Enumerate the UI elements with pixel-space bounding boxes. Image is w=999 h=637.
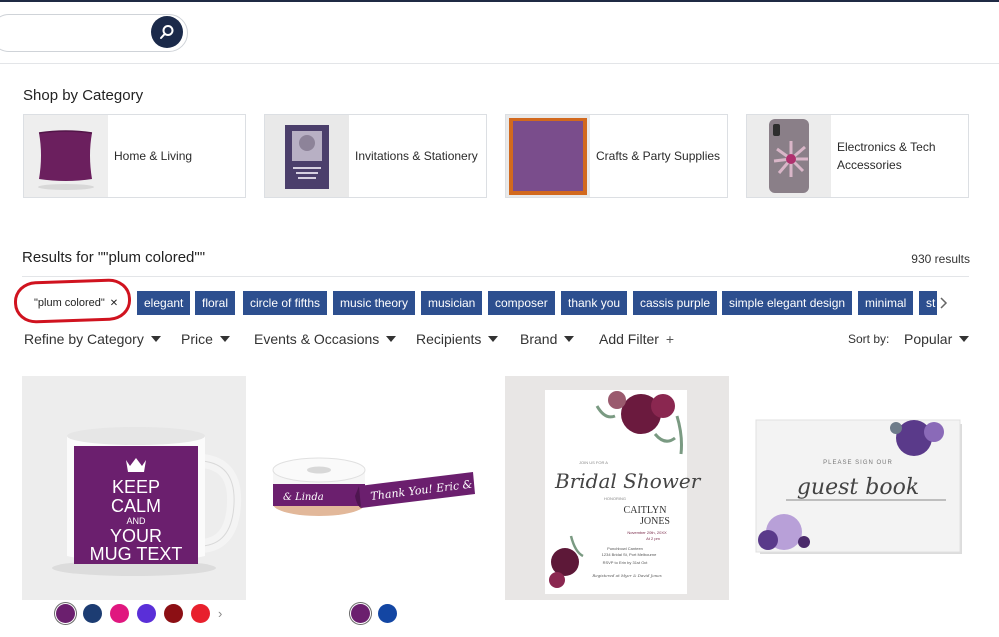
results-count: 930 results [911,252,970,266]
guest-script-text: guest book [797,475,919,500]
guest-book-image: PLEASE SIGN OUR guest book [746,376,970,600]
results-title: Results for ""plum colored"" [22,249,206,266]
tag-chip[interactable]: thank you [561,291,628,315]
sort-value: Popular [904,331,953,347]
invite-text: Registered at Myer & David Jones [591,573,661,578]
invite-text: HONORING [604,496,626,501]
swatch-navy[interactable] [83,604,102,623]
category-label: Electronics & Tech Accessories [837,140,936,172]
invite-text: Punchbowl Canteen [607,546,643,551]
category-label: Crafts & Party Supplies [596,149,721,163]
invite-name: JONES [640,516,670,527]
product-card-invitation[interactable]: JOIN US FOR A Bridal Shower HONORING CAI… [505,376,729,600]
invite-text: 1234 Bridal St, Port Melbourne [602,552,657,557]
swatch-blue[interactable] [378,604,397,623]
swatch-maroon[interactable] [164,604,183,623]
tag-chip[interactable]: simple elegant design [722,291,853,315]
tag-chip[interactable]: composer [488,291,555,315]
tag-chip[interactable]: music theory [333,291,416,315]
filter-label: Recipients [416,331,482,347]
caret-down-icon [386,336,397,342]
tag-chip[interactable]: cassis purple [633,291,718,315]
ribbon-image: & Linda Thank You! Eric & Linda [263,376,487,600]
filter-brand[interactable]: Brand [520,331,575,347]
mug-text-line: CALM [111,496,161,516]
category-card-electronics[interactable]: Electronics & Tech Accessories [746,114,969,198]
sort-dropdown[interactable]: Popular [904,331,970,347]
plus-icon: + [665,331,675,347]
tag-chip[interactable]: minimal [858,291,914,315]
header-divider [0,63,999,64]
caret-down-icon [219,336,230,342]
invite-name: CAITLYN [624,505,667,516]
swatch-pink[interactable] [110,604,129,623]
mug-text-line: MUG TEXT [90,544,183,564]
tags-next-button[interactable] [936,293,952,313]
filter-recipients[interactable]: Recipients [416,331,499,347]
guest-small-text: PLEASE SIGN OUR [823,460,893,466]
active-tag-label: "plum colored" [34,297,105,309]
pillow-image [24,115,108,197]
swatch-plum[interactable] [56,604,75,623]
caret-down-icon [488,336,499,342]
category-card-crafts[interactable]: Crafts & Party Supplies [505,114,728,198]
swatch-red[interactable] [191,604,210,623]
invite-text: November 20th, 20XX [627,530,667,535]
caret-down-icon [959,336,970,342]
tag-chip[interactable]: st [919,291,937,315]
chevron-right-icon [940,297,948,309]
swatch-violet[interactable] [137,604,156,623]
tag-chip[interactable]: floral [195,291,236,315]
filter-events-occasions[interactable]: Events & Occasions [254,331,397,347]
filter-label: Price [181,331,213,347]
results-divider [22,276,969,277]
swatch-plum[interactable] [351,604,370,623]
color-swatches-ribbon [351,604,397,623]
filter-label: Refine by Category [24,331,144,347]
invite-text: RSVP to Erin by 31st Oct [603,560,649,565]
add-filter-label: Add Filter [599,331,659,347]
related-tags: elegant floral circle of fifths music th… [137,291,937,315]
invitation-image [265,115,349,197]
add-filter-button[interactable]: Add Filter + [599,331,674,347]
bridal-invitation-image: JOIN US FOR A Bridal Shower HONORING CAI… [505,376,729,600]
category-card-invitations[interactable]: Invitations & Stationery [264,114,487,198]
sort-label: Sort by: [848,332,890,346]
filter-price[interactable]: Price [181,331,230,347]
more-swatches-icon[interactable]: › [218,606,222,621]
category-label: Home & Living [114,149,193,163]
mug-text-line: KEEP [112,477,160,497]
mug-text-line: YOUR [110,526,162,546]
craft-paper-image [506,115,590,197]
invite-text: At 2 pm [646,536,660,541]
category-card-home-living[interactable]: Home & Living [23,114,246,198]
tag-chip[interactable]: circle of fifths [243,291,328,315]
active-search-tag[interactable]: "plum colored" ✕ [28,292,125,314]
remove-tag-icon[interactable]: ✕ [110,298,118,309]
product-card-ribbon[interactable]: & Linda Thank You! Eric & Linda [263,376,487,600]
filter-label: Events & Occasions [254,331,380,347]
search-button[interactable] [151,16,183,48]
invite-script: Bridal Shower [554,469,702,493]
mug-image: KEEP CALM AND YOUR MUG TEXT [22,376,246,600]
category-label: Invitations & Stationery [355,149,478,163]
product-card-mug[interactable]: KEEP CALM AND YOUR MUG TEXT [22,376,246,600]
search-icon [160,25,174,39]
caret-down-icon [150,336,161,342]
ribbon-short-text: & Linda [283,492,324,503]
caret-down-icon [564,336,575,342]
shop-by-category-title: Shop by Category [23,87,144,104]
product-card-guestbook[interactable]: PLEASE SIGN OUR guest book [746,376,970,600]
filter-refine-category[interactable]: Refine by Category [24,331,161,347]
top-border [0,0,999,2]
phone-case-image [747,115,831,197]
tag-chip[interactable]: elegant [137,291,191,315]
mug-text-line: AND [126,516,146,526]
invite-text: JOIN US FOR A [579,460,608,465]
color-swatches-mug: › [56,604,222,623]
filter-label: Brand [520,331,558,347]
tag-chip[interactable]: musician [421,291,483,315]
